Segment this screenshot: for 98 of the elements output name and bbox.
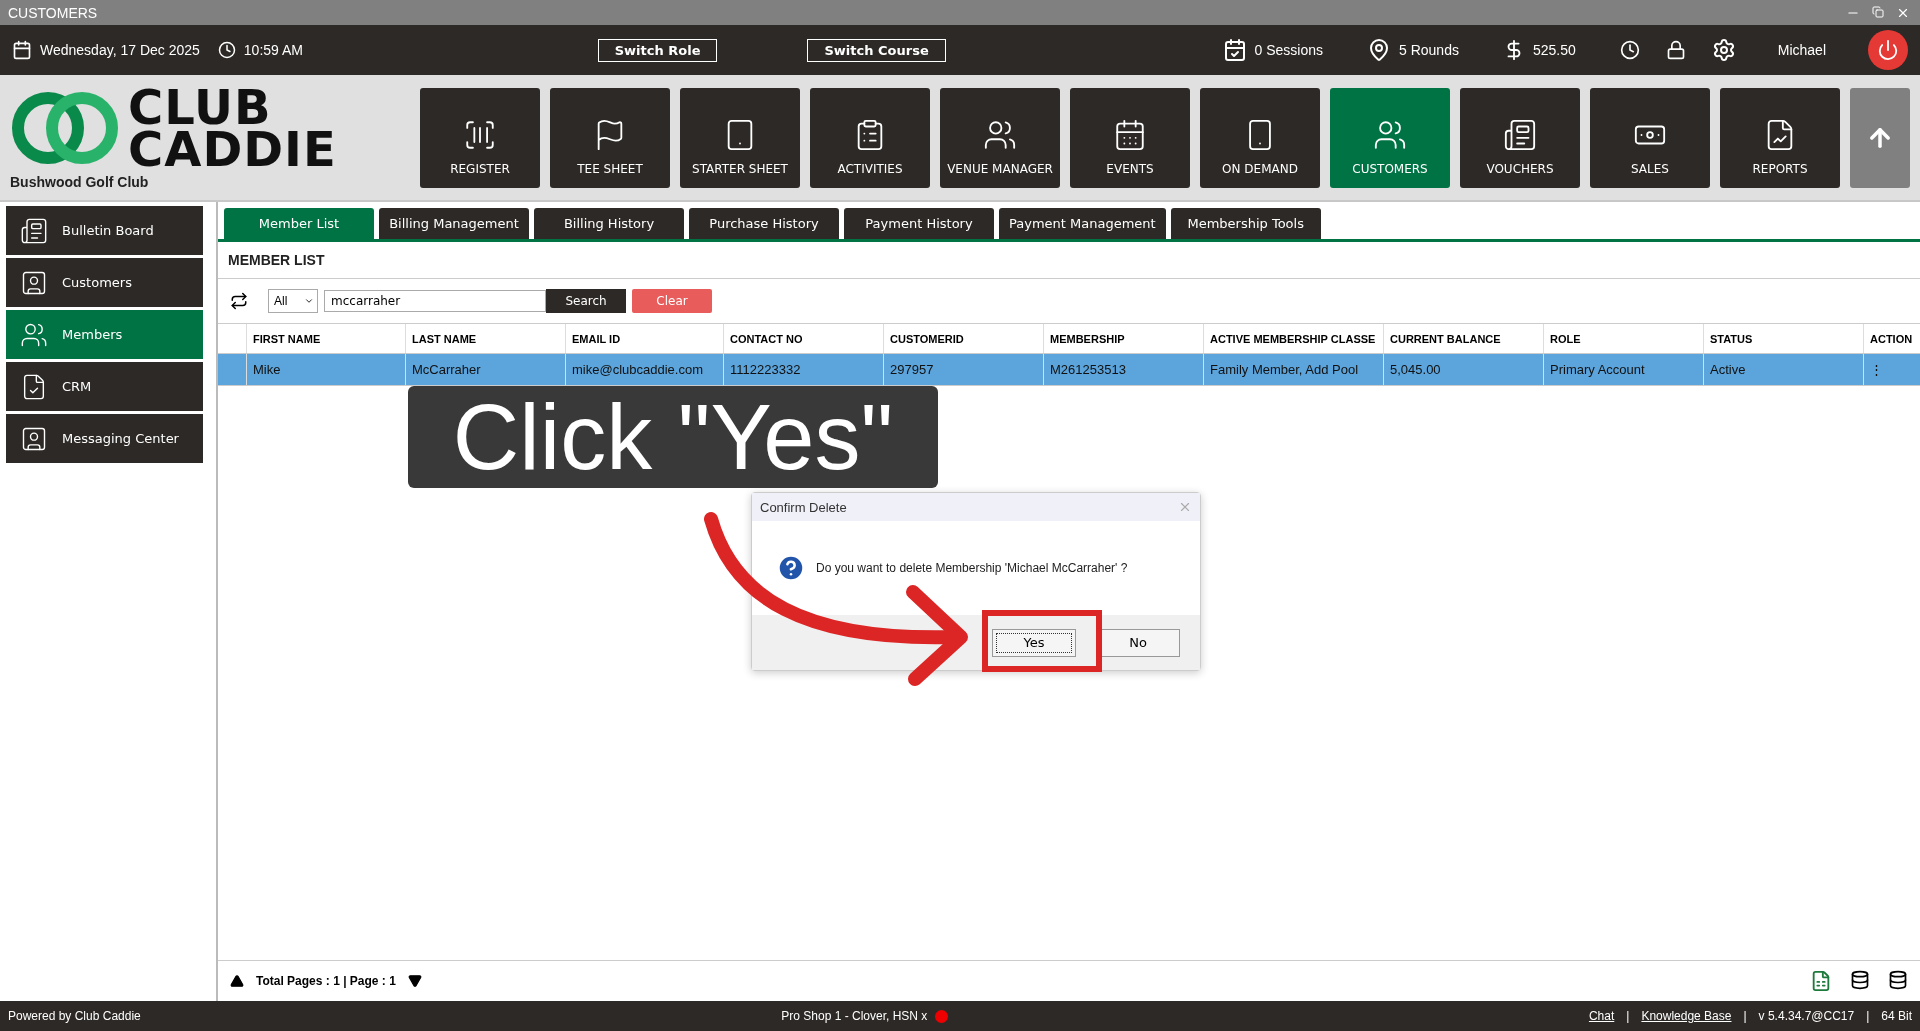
switch-button[interactable]: Switch Role xyxy=(597,38,718,62)
power-button[interactable] xyxy=(1868,30,1908,70)
table-cell: Primary Account xyxy=(1543,354,1703,385)
scroll-up-button[interactable] xyxy=(1850,87,1910,188)
sessions-count: 0 Sessions xyxy=(1254,42,1323,58)
column-header: CUSTOMERID xyxy=(883,324,1043,353)
nav-tile[interactable]: VENUE MANAGER xyxy=(940,87,1060,188)
window-title: CUSTOMERS xyxy=(8,4,98,21)
club-name: Bushwood Golf Club xyxy=(10,173,150,190)
switch-button[interactable]: Switch Course xyxy=(807,38,946,62)
nav-tile[interactable]: SALES xyxy=(1590,87,1710,188)
column-header: STATUS xyxy=(1703,324,1863,353)
column-header: ACTION xyxy=(1863,324,1920,353)
nav-tile[interactable]: CUSTOMERS xyxy=(1330,87,1450,188)
logo-text: CADDIE xyxy=(128,127,337,170)
table-cell: 1112223332 xyxy=(723,354,883,385)
clock-icon[interactable] xyxy=(1619,40,1640,60)
search-button[interactable]: Search xyxy=(546,289,626,313)
user-name: Michael xyxy=(1777,42,1826,58)
column-header: LAST NAME xyxy=(405,324,565,353)
separator-text: | xyxy=(1866,1009,1870,1023)
tab[interactable]: Membership Tools xyxy=(1170,208,1321,239)
power-icon xyxy=(1877,39,1899,61)
nav-tile[interactable]: ACTIVITIES xyxy=(810,87,930,188)
calendar-icon xyxy=(1113,117,1147,152)
tab[interactable]: Billing History xyxy=(534,208,684,239)
pagination-text: Total Pages : 1 | Page : 1 xyxy=(256,974,396,988)
restore-icon[interactable] xyxy=(1872,5,1884,18)
logo-text: CLUB xyxy=(128,85,272,128)
question-icon xyxy=(776,553,806,583)
help-link[interactable]: Knowledge Base xyxy=(1641,1009,1732,1023)
nav-tile[interactable]: TEE SHEET xyxy=(550,87,670,188)
separator-text: | xyxy=(1743,1009,1747,1023)
search-field[interactable]: mccarraher xyxy=(324,290,546,312)
clock-icon xyxy=(217,41,236,59)
nav-tile[interactable]: EVENTS xyxy=(1070,87,1190,188)
dialog-button[interactable]: Yes xyxy=(992,628,1076,657)
table-cell: Mike xyxy=(246,354,405,385)
separator-text: | xyxy=(1626,1009,1630,1023)
column-header: MEMBERSHIP xyxy=(1043,324,1203,353)
table-cell: Family Member, Add Pool xyxy=(1203,354,1383,385)
column-header: EMAIL ID xyxy=(565,324,723,353)
version-text: 64 Bit xyxy=(1881,1009,1912,1023)
balance-text: 525.50 xyxy=(1532,42,1576,58)
newspaper-icon xyxy=(1503,117,1537,152)
dialog-title: Confirm Delete xyxy=(760,499,847,515)
table-cell: Active xyxy=(1703,354,1863,385)
table-cell: 5,045.00 xyxy=(1383,354,1543,385)
newspaper-icon xyxy=(20,216,48,245)
nav-tile[interactable]: ON DEMAND xyxy=(1200,87,1320,188)
column-header: CONTACT NO xyxy=(723,324,883,353)
instruction-banner: Click "Yes" xyxy=(408,386,938,488)
table-cell: 297957 xyxy=(883,354,1043,385)
table-row[interactable]: Mike McCarraher mike@clubcaddie.com 1112223332 297957 M261253513 Family Member, Add Pool 5,045.00 Primary Account Active ⋮ xyxy=(218,354,1920,386)
tab[interactable]: Payment Management xyxy=(999,208,1166,239)
table-cell: mike@clubcaddie.com xyxy=(565,354,723,385)
caret-icon xyxy=(304,296,314,306)
tab[interactable]: Billing Management xyxy=(379,208,529,239)
lock-icon[interactable] xyxy=(1665,40,1686,60)
calendar-icon xyxy=(12,40,32,60)
sidebar-item[interactable]: Members xyxy=(6,310,203,359)
sidebar-item[interactable]: CRM xyxy=(6,362,203,411)
database-icon[interactable] xyxy=(1888,970,1908,990)
database-icon[interactable] xyxy=(1850,970,1870,990)
section-title: MEMBER LIST xyxy=(218,242,1920,279)
powered-by-text: Powered by Club Caddie xyxy=(8,1009,141,1023)
column-header: FIRST NAME xyxy=(246,324,405,353)
settings-icon[interactable] xyxy=(1711,38,1736,62)
calendar-icon xyxy=(1222,38,1247,62)
sidebar-item[interactable]: Bulletin Board xyxy=(6,206,203,255)
help-link[interactable]: Chat xyxy=(1588,1009,1615,1023)
table-cell: M261253513 xyxy=(1043,354,1203,385)
status-dot xyxy=(935,1009,949,1023)
spreadsheet-icon[interactable] xyxy=(1810,970,1832,992)
date-text: Wednesday, 17 Dec 2025 xyxy=(40,42,200,58)
refresh-icon[interactable] xyxy=(230,292,248,310)
nav-tile[interactable]: REPORTS xyxy=(1720,87,1840,188)
column-header: ACTIVE MEMBERSHIP CLASSE xyxy=(1203,324,1383,353)
tab[interactable]: Purchase History xyxy=(689,208,839,239)
column-header: ROLE xyxy=(1543,324,1703,353)
time-text: 10:59 AM xyxy=(243,42,303,58)
tab[interactable]: Payment History xyxy=(844,208,994,239)
nav-tile[interactable]: STARTER SHEET xyxy=(680,87,800,188)
tab[interactable]: Member List xyxy=(224,208,374,239)
table-cell: McCarraher xyxy=(405,354,565,385)
scope-dropdown[interactable]: All xyxy=(268,289,318,313)
terminal-text: Pro Shop 1 - Clover, HSN x xyxy=(781,1009,928,1023)
nav-tile[interactable]: VOUCHERS xyxy=(1460,87,1580,188)
version-text: v 5.4.34.7@CC17 xyxy=(1758,1009,1855,1023)
sidebar-item[interactable]: Messaging Center xyxy=(6,414,203,463)
page-up-icon[interactable] xyxy=(230,974,244,988)
column-header: CURRENT BALANCE xyxy=(1383,324,1543,353)
table-cell: ⋮ xyxy=(1863,354,1920,385)
sidebar-item[interactable]: Customers xyxy=(6,258,203,307)
page-down-icon[interactable] xyxy=(407,974,422,988)
dialog-message: Do you want to delete Membership 'Michael McCarraher' ? xyxy=(816,561,1128,575)
nav-tile[interactable]: REGISTER xyxy=(420,87,540,188)
rounds-count: 5 Rounds xyxy=(1399,42,1459,58)
